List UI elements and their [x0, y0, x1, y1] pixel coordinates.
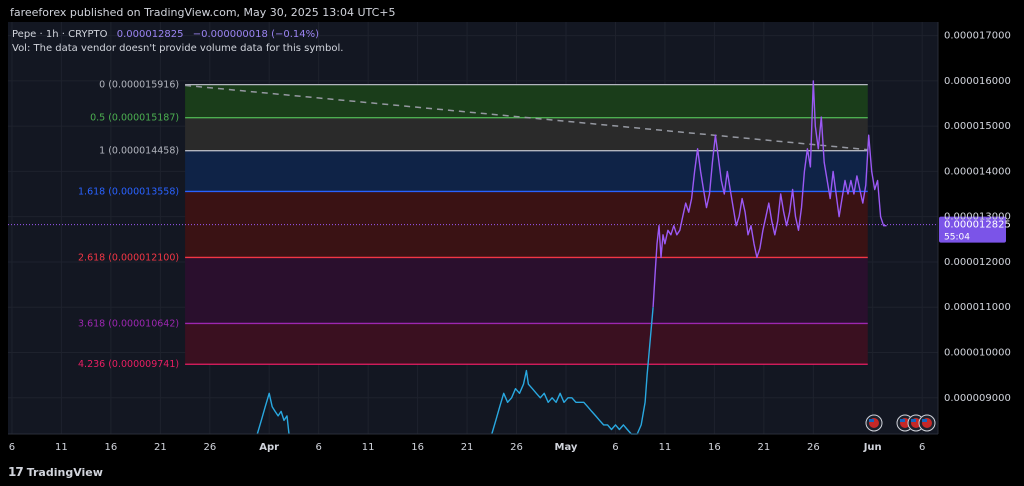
x-axis-tick-label: 11 [362, 442, 375, 453]
y-axis-tick-label: 0.000017000 [944, 31, 1011, 42]
legend-price: 0.000012825 [117, 29, 184, 40]
y-axis-tick-label: 0.000010000 [944, 348, 1011, 359]
tradingview-logo[interactable]: 17 TradingView [8, 465, 103, 479]
fib-level-label: 2.618 (0.000012100) [78, 252, 179, 263]
fib-level-label: 0 (0.000015916) [99, 80, 179, 91]
x-axis-tick-label: 16 [411, 442, 424, 453]
current-price-countdown: 55:04 [944, 233, 970, 243]
us-flag-icon[interactable] [918, 414, 936, 432]
x-axis-tick-label: 21 [461, 442, 474, 453]
x-axis[interactable]: 6 11 16 21 26 Apr 6 11 16 21 26 May 6 11 16 21 26 Jun 6 [8, 433, 938, 453]
legend-change: −0.000000018 (−0.14%) [193, 29, 319, 40]
x-axis-tick-label: 6 [9, 442, 15, 453]
tradingview-logo-icon: 17 [8, 465, 24, 479]
x-axis-tick-label: 6 [919, 442, 925, 453]
fib-band [185, 117, 868, 151]
y-axis-tick-label: 0.000009000 [944, 393, 1011, 404]
x-axis-tick-label: 21 [758, 442, 771, 453]
y-axis-tick-label: 0.000015000 [944, 121, 1011, 132]
y-axis-tick-label: 0.000016000 [944, 76, 1011, 87]
x-axis-tick-label: 11 [55, 442, 68, 453]
chart-frame: fareeforex published on TradingView.com,… [0, 0, 1024, 486]
fib-level-label: 3.618 (0.000010642) [78, 318, 179, 329]
y-axis-tick-label: 0.000012000 [944, 257, 1011, 268]
x-axis-tick-label: 6 [612, 442, 618, 453]
legend-volume-note: Vol: The data vendor doesn't provide vol… [12, 43, 343, 54]
us-flag-icon[interactable] [865, 414, 883, 432]
x-axis-tick-label: 11 [659, 442, 672, 453]
x-axis-tick-label: 16 [105, 442, 118, 453]
x-axis-tick-label: 16 [708, 442, 721, 453]
x-axis-tick-label: Jun [863, 442, 882, 453]
x-axis-tick-label: 26 [510, 442, 523, 453]
legend-symbol: Pepe · 1h · CRYPTO [12, 29, 108, 40]
fib-band [185, 84, 868, 118]
price-chart[interactable]: 0 (0.000015916) 0.5 (0.000015187) 1 (0.000… [0, 0, 1024, 486]
fib-band [185, 150, 868, 192]
tradingview-logo-text: TradingView [26, 465, 103, 479]
x-axis-tick-label: 26 [203, 442, 216, 453]
x-axis-tick-label: Apr [259, 442, 279, 453]
y-axis-tick-label: 0.000011000 [944, 302, 1011, 313]
fib-level-label: 1.618 (0.000013558) [78, 186, 179, 197]
fib-level-label: 1 (0.000014458) [99, 146, 179, 157]
svg-text:Pepe · 1h · CRYPTO 0.0: Pepe · 1h · CRYPTO 0.000012825 −0.000000… [12, 29, 319, 40]
fib-level-label: 0.5 (0.000015187) [90, 113, 179, 124]
fib-band [185, 257, 868, 324]
x-axis-tick-label: May [555, 442, 578, 453]
y-axis-tick-label: 0.000014000 [944, 166, 1011, 177]
y-axis-tick-label: 0.000013000 [944, 212, 1011, 223]
x-axis-tick-label: 26 [807, 442, 820, 453]
x-axis-tick-label: 6 [315, 442, 321, 453]
fib-band [185, 323, 868, 365]
x-axis-tick-label: 21 [154, 442, 167, 453]
fib-level-label: 4.236 (0.000009741) [78, 359, 179, 370]
economic-event-icons[interactable] [865, 414, 936, 432]
